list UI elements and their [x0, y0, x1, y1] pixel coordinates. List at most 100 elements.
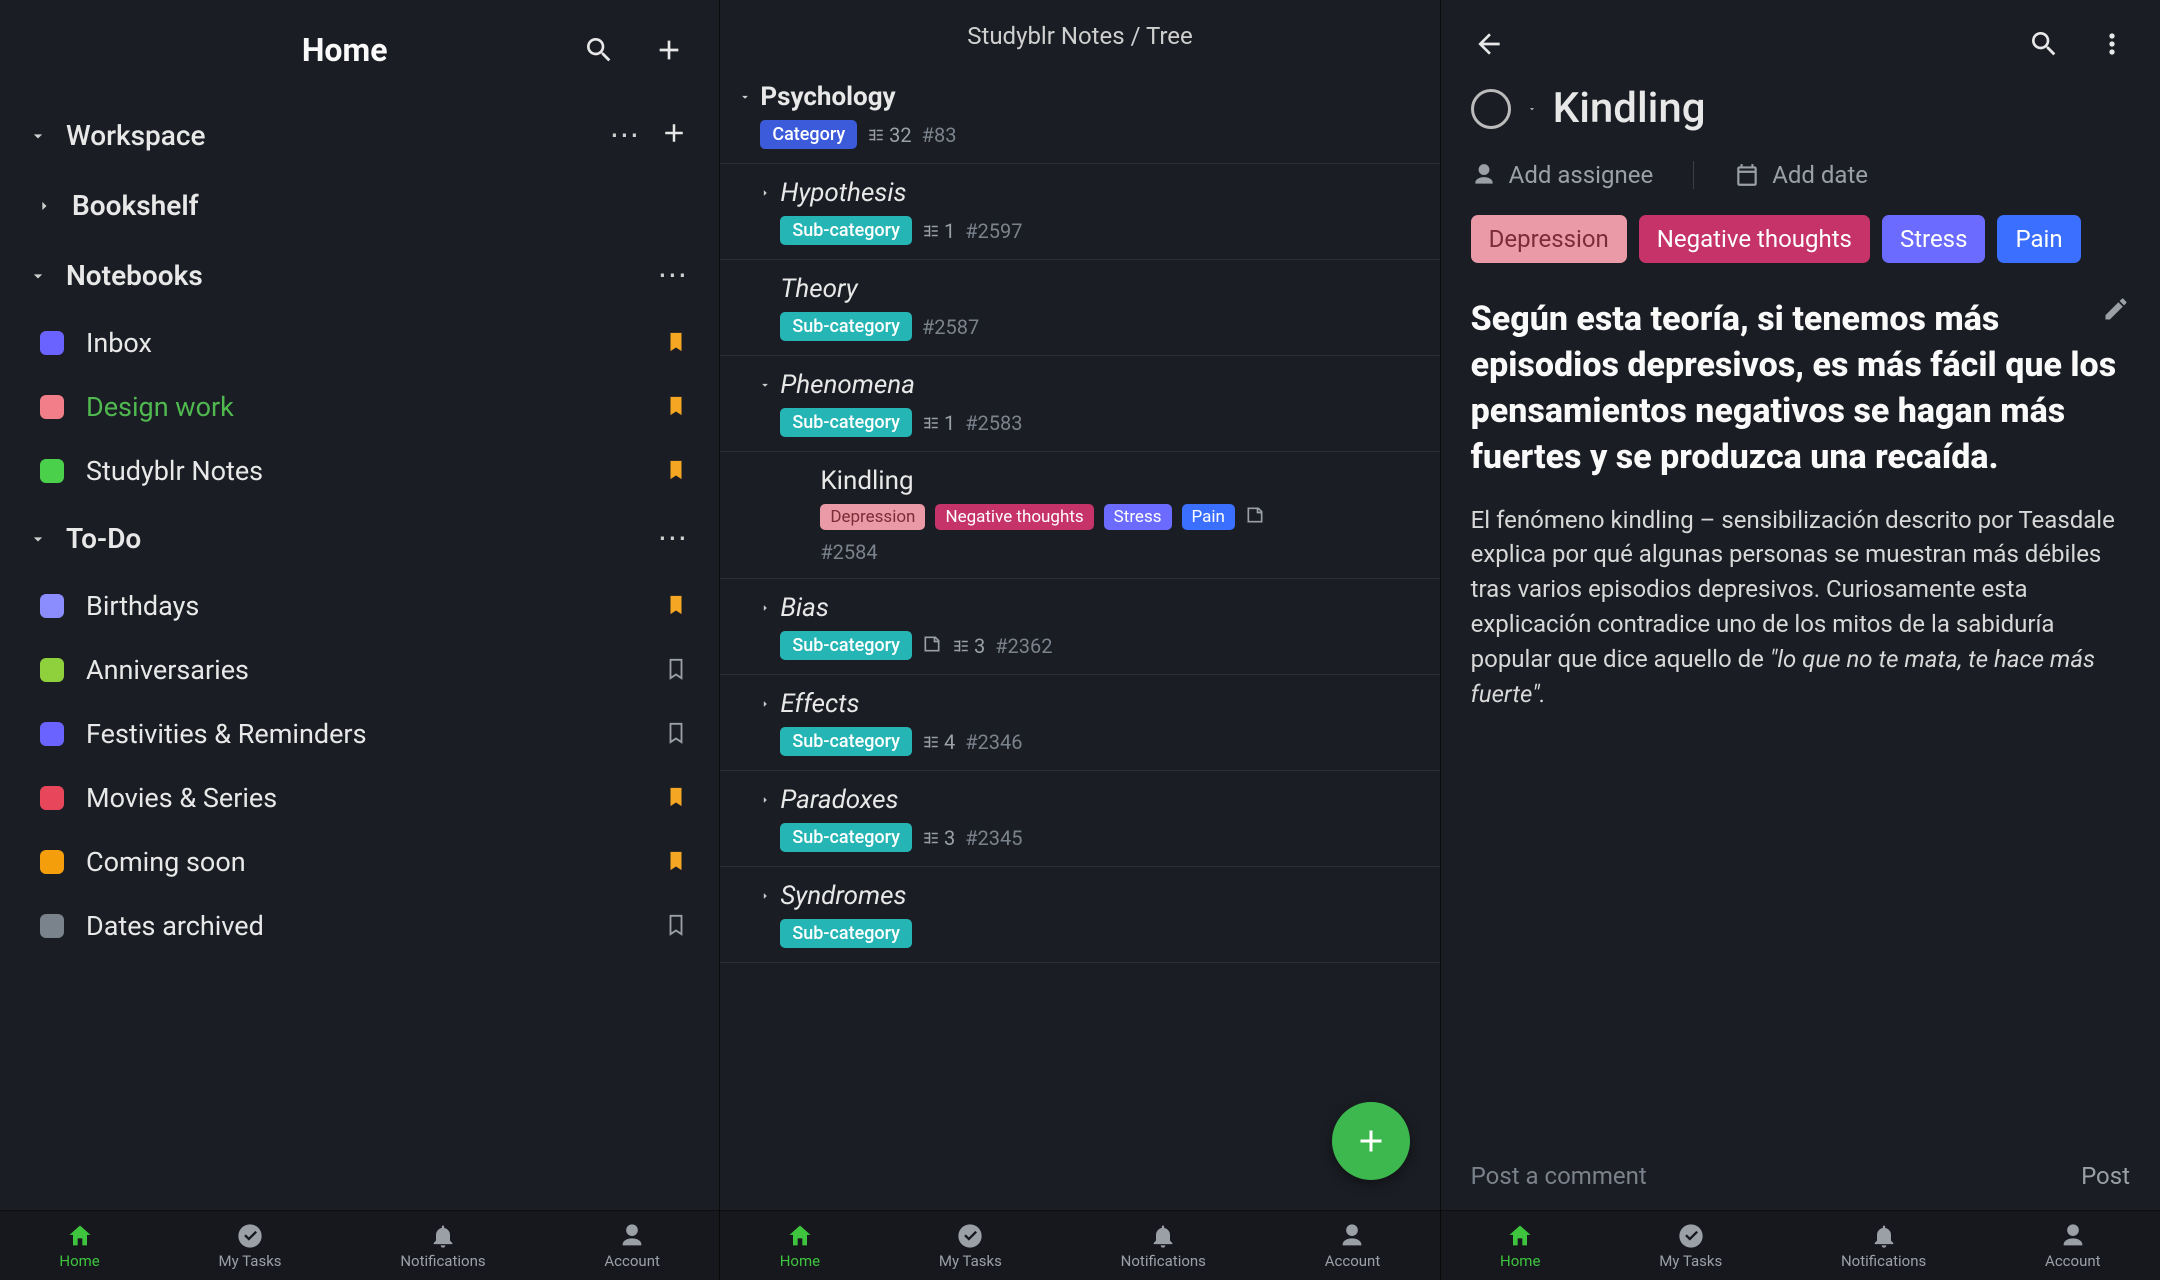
nav-account[interactable]: Account — [604, 1222, 660, 1270]
search-icon[interactable] — [2024, 24, 2064, 64]
chevron-icon[interactable] — [750, 186, 780, 200]
hash-id: #2584 — [820, 540, 877, 564]
tag-chip[interactable]: Negative thoughts — [1639, 215, 1870, 263]
detail-meta: Add assignee Add date — [1441, 151, 2160, 209]
chevron-icon[interactable] — [750, 697, 780, 711]
subcategory-chip: Sub-category — [780, 408, 912, 437]
fab-add-button[interactable] — [1332, 1102, 1410, 1180]
bookmark-icon[interactable] — [665, 655, 689, 685]
comment-placeholder[interactable]: Post a comment — [1471, 1162, 1647, 1190]
pane1-header: Home — [0, 0, 719, 100]
tag-chip[interactable]: Stress — [1882, 215, 1986, 263]
category-chip: Category — [760, 120, 857, 149]
nav-mytasks[interactable]: My Tasks — [939, 1222, 1002, 1270]
chevron-icon[interactable] — [750, 601, 780, 615]
detail-paragraph: El fenómeno kindling – sensibilización d… — [1471, 503, 2130, 712]
tree-root[interactable]: Psychology Category 32 #83 — [720, 68, 1439, 164]
color-swatch — [40, 658, 64, 682]
post-button[interactable]: Post — [2081, 1162, 2130, 1190]
bookmark-icon[interactable] — [665, 392, 689, 422]
add-section-icon[interactable] — [659, 118, 689, 148]
bookmark-icon[interactable] — [665, 783, 689, 813]
list-item-label: Studyblr Notes — [86, 455, 665, 487]
detail-title: Kindling — [1553, 84, 1706, 133]
tree-node[interactable]: BiasSub-category3#2362 — [720, 579, 1439, 675]
list-item[interactable]: Coming soon — [0, 830, 719, 894]
bookmark-icon[interactable] — [665, 591, 689, 621]
workspace-section[interactable]: Workspace ⋯ — [0, 100, 719, 171]
tree-node[interactable]: ParadoxesSub-category3#2345 — [720, 771, 1439, 867]
chevron-down-icon[interactable] — [1527, 99, 1537, 118]
bookshelf-row[interactable]: Bookshelf — [0, 171, 719, 240]
tree-node[interactable]: TheorySub-category#2587 — [720, 260, 1439, 356]
list-item[interactable]: Festivities & Reminders — [0, 702, 719, 766]
bookmark-icon[interactable] — [665, 456, 689, 486]
list-item[interactable]: Inbox — [0, 311, 719, 375]
tree-node[interactable]: EffectsSub-category4#2346 — [720, 675, 1439, 771]
back-icon[interactable] — [1469, 24, 1509, 64]
subtree-count: 3 — [922, 826, 955, 850]
list-item-label: Dates archived — [86, 910, 665, 942]
list-item-label: Birthdays — [86, 590, 665, 622]
bookmark-icon[interactable] — [665, 328, 689, 358]
nav-home[interactable]: Home — [780, 1222, 820, 1270]
tag-chip[interactable]: Pain — [1997, 215, 2080, 263]
detail-body: Según esta teoría, si tenemos más episod… — [1441, 287, 2160, 1144]
tree-title: Effects — [780, 689, 1419, 719]
subtree-count: 1 — [922, 219, 955, 243]
list-item[interactable]: Design work — [0, 375, 719, 439]
chevron-icon[interactable] — [750, 793, 780, 807]
chevron-icon[interactable] — [750, 378, 780, 392]
bookmark-icon[interactable] — [665, 847, 689, 877]
nav-mytasks[interactable]: My Tasks — [1659, 1222, 1722, 1270]
nav-mytasks[interactable]: My Tasks — [219, 1222, 282, 1270]
add-date-button[interactable]: Add date — [1734, 161, 1868, 189]
bookmark-icon[interactable] — [665, 719, 689, 749]
tree-title: Phenomena — [780, 370, 1419, 400]
color-swatch — [40, 850, 64, 874]
nav-home[interactable]: Home — [59, 1222, 99, 1270]
list-item[interactable]: Dates archived — [0, 894, 719, 958]
note-icon — [922, 634, 942, 658]
nav-notifications[interactable]: Notifications — [400, 1222, 485, 1270]
notebooks-row[interactable]: Notebooks ⋯ — [0, 240, 719, 311]
subcategory-chip: Sub-category — [780, 727, 912, 756]
bottom-nav: Home My Tasks Notifications Account — [1441, 1210, 2160, 1280]
nav-account[interactable]: Account — [2045, 1222, 2101, 1270]
add-icon[interactable] — [649, 30, 689, 70]
nav-home[interactable]: Home — [1500, 1222, 1540, 1270]
tree-node-child[interactable]: KindlingDepressionNegative thoughtsStres… — [720, 452, 1439, 579]
list-item[interactable]: Anniversaries — [0, 638, 719, 702]
tree-node[interactable]: HypothesisSub-category1#2597 — [720, 164, 1439, 260]
bottom-nav: Home My Tasks Notifications Account — [720, 1210, 1439, 1280]
pane-tree: Studyblr Notes / Tree Psychology Categor… — [719, 0, 1439, 1280]
nav-account[interactable]: Account — [1325, 1222, 1381, 1270]
nav-notifications[interactable]: Notifications — [1841, 1222, 1926, 1270]
list-item[interactable]: Movies & Series — [0, 766, 719, 830]
list-item[interactable]: Birthdays — [0, 574, 719, 638]
search-icon[interactable] — [579, 30, 619, 70]
status-circle-icon[interactable] — [1471, 89, 1511, 129]
more-icon[interactable]: ⋯ — [657, 258, 689, 293]
breadcrumb[interactable]: Studyblr Notes / Tree — [720, 0, 1439, 68]
more-icon[interactable]: ⋯ — [657, 521, 689, 556]
color-swatch — [40, 395, 64, 419]
tree-node[interactable]: PhenomenaSub-category1#2583 — [720, 356, 1439, 452]
todo-row[interactable]: To-Do ⋯ — [0, 503, 719, 574]
edit-icon[interactable] — [2102, 295, 2130, 327]
tree-node[interactable]: SyndromesSub-category — [720, 867, 1439, 963]
chevron-down-icon[interactable] — [730, 90, 760, 104]
list-item[interactable]: Studyblr Notes — [0, 439, 719, 503]
subcategory-chip: Sub-category — [780, 823, 912, 852]
more-icon[interactable]: ⋯ — [609, 118, 641, 153]
tree-title: Hypothesis — [780, 178, 1419, 208]
todo-label: To-Do — [66, 522, 657, 555]
more-vertical-icon[interactable] — [2092, 24, 2132, 64]
chevron-icon[interactable] — [750, 889, 780, 903]
add-assignee-button[interactable]: Add assignee — [1471, 161, 1654, 189]
bookmark-icon[interactable] — [665, 911, 689, 941]
detail-heading: Según esta teoría, si tenemos más episod… — [1471, 297, 2130, 481]
nav-notifications[interactable]: Notifications — [1121, 1222, 1206, 1270]
tag-chip[interactable]: Depression — [1471, 215, 1627, 263]
tag-chip: Negative thoughts — [935, 504, 1093, 530]
